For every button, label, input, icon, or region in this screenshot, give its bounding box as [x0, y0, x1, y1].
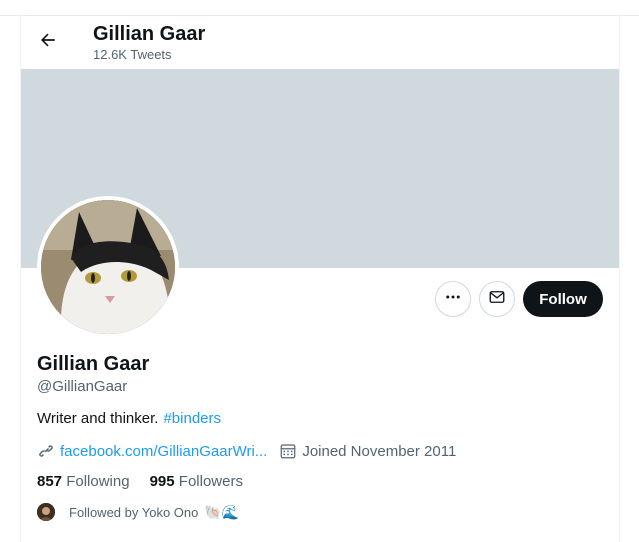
following-label: Following: [66, 473, 130, 490]
followed-by[interactable]: Followed by Yoko Ono 🐚🌊: [37, 503, 239, 521]
follow-button[interactable]: Follow: [523, 281, 603, 317]
follower-avatar: [37, 503, 55, 521]
profile-website-link[interactable]: facebook.com/GillianGaarWri...: [60, 443, 267, 460]
link-icon: [37, 442, 55, 460]
follow-stats: 857 Following 995 Followers: [37, 473, 263, 490]
following-count: 857: [37, 473, 63, 490]
calendar-icon: [279, 442, 297, 460]
back-button[interactable]: [33, 27, 63, 57]
profile-header: Gillian Gaar 12.6K Tweets: [21, 16, 619, 69]
profile-bio: Writer and thinker. #binders: [37, 410, 221, 427]
profile-avatar[interactable]: [37, 196, 179, 338]
avatar-image: [41, 200, 175, 334]
column-border-right: [619, 15, 620, 542]
followers-count: 995: [149, 473, 175, 490]
followers-link[interactable]: 995 Followers: [150, 473, 243, 490]
followers-label: Followers: [178, 473, 243, 490]
followed-by-emoji: 🐚🌊: [204, 503, 240, 520]
joined-text: Joined November 2011: [302, 442, 457, 460]
bio-text: Writer and thinker.: [37, 410, 159, 427]
arrow-left-icon: [38, 30, 58, 55]
bio-hashtag[interactable]: #binders: [163, 410, 221, 427]
header-title: Gillian Gaar: [93, 23, 206, 45]
following-link[interactable]: 857 Following: [37, 473, 130, 490]
message-button[interactable]: [479, 281, 515, 317]
more-horizontal-icon: [444, 288, 462, 311]
joined-date: Joined November 2011: [279, 442, 456, 460]
profile-name: Gillian Gaar: [37, 353, 150, 375]
more-button[interactable]: [435, 281, 471, 317]
tweet-count: 12.6K Tweets: [93, 47, 172, 62]
profile-handle: @GillianGaar: [37, 378, 128, 395]
followed-by-text: Followed by Yoko Ono: [69, 504, 199, 520]
envelope-icon: [488, 288, 506, 311]
profile-meta: facebook.com/GillianGaarWri... Joined No…: [37, 441, 456, 461]
